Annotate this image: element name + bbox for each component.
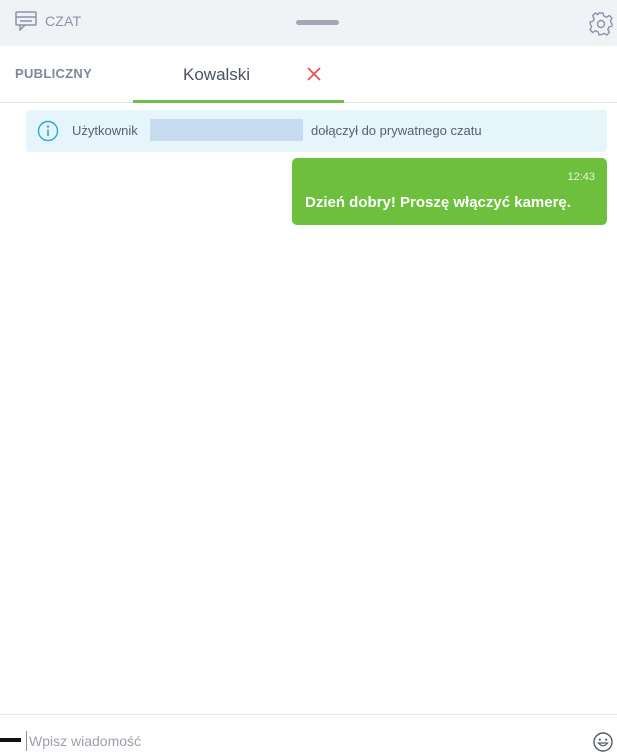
edge-marker: [0, 738, 21, 742]
header-title-group: CZAT: [15, 11, 81, 31]
drag-handle[interactable]: [296, 20, 339, 25]
gear-icon[interactable]: [588, 11, 614, 37]
message-text: Dzień dobry! Proszę włączyć kamerę.: [305, 194, 571, 211]
chat-app: CZAT PUBLICZNY Kowalski Użytkownik dołąc…: [0, 0, 617, 752]
message-time: 12:43: [567, 171, 595, 183]
emoji-icon[interactable]: [592, 731, 614, 752]
tab-private-kowalski[interactable]: Kowalski: [133, 46, 344, 103]
chat-header: CZAT: [0, 0, 617, 46]
chat-window-icon: [15, 11, 37, 31]
close-icon[interactable]: [305, 65, 323, 83]
message-input[interactable]: [26, 731, 569, 751]
tab-public[interactable]: PUBLICZNY: [15, 66, 92, 81]
system-message-prefix: Użytkownik: [72, 123, 138, 138]
message-list: Użytkownik dołączył do prywatnego czatu …: [0, 103, 617, 713]
system-message: Użytkownik dołączył do prywatnego czatu: [26, 110, 607, 152]
chat-tabs: PUBLICZNY Kowalski: [0, 46, 617, 103]
redacted-username: [150, 119, 303, 141]
tab-private-label: Kowalski: [183, 65, 251, 84]
message-composer: [0, 714, 617, 752]
header-title: CZAT: [45, 13, 82, 29]
message-bubble: 12:43 Dzień dobry! Proszę włączyć kamerę…: [292, 158, 607, 225]
system-message-suffix: dołączył do prywatnego czatu: [311, 123, 482, 138]
info-icon: [37, 120, 59, 142]
